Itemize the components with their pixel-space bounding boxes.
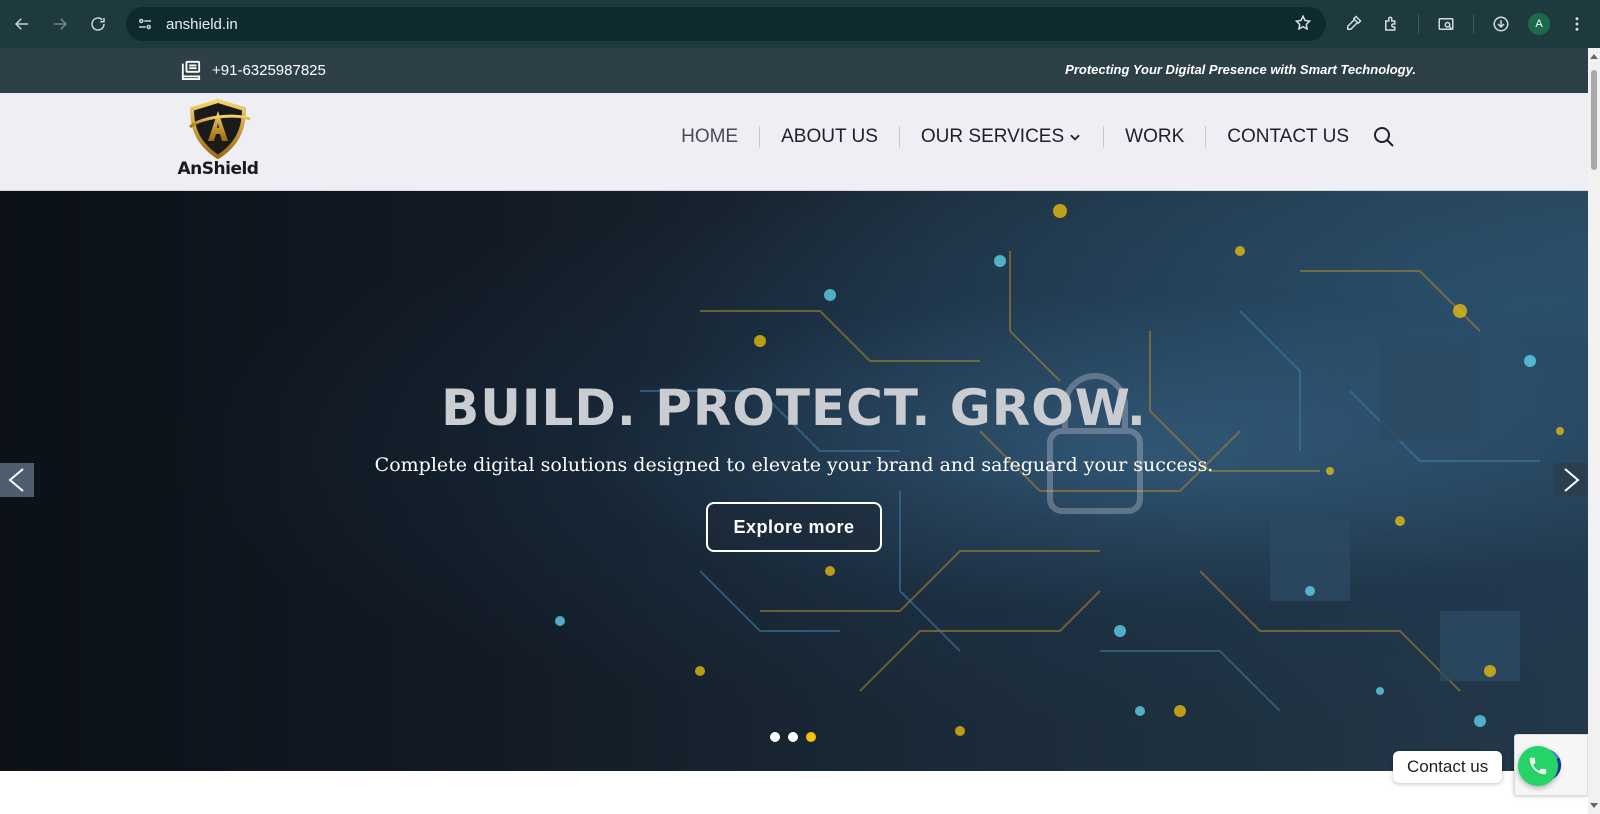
logo-text: AnShield	[177, 159, 259, 179]
phone-icon	[1529, 757, 1547, 775]
shield-logo-icon	[188, 98, 251, 160]
eyedropper-icon[interactable]	[1336, 7, 1370, 41]
search-icon[interactable]	[1372, 125, 1396, 149]
next-section	[0, 771, 1588, 814]
nav-about-us[interactable]: ABOUT US	[759, 126, 899, 148]
site-info-icon[interactable]	[130, 9, 160, 39]
whatsapp-button[interactable]	[1518, 746, 1558, 786]
explore-more-button[interactable]: Explore more	[706, 502, 882, 552]
main-nav: HOME ABOUT US OUR SERVICES WORK CONTACT …	[660, 125, 1396, 149]
slider-prev-button[interactable]	[0, 463, 34, 497]
scrollbar-thumb[interactable]	[1591, 70, 1597, 170]
scroll-down-icon[interactable]	[1590, 803, 1598, 808]
forward-button[interactable]	[42, 6, 78, 42]
hero-slider: BUILD. PROTECT. GROW. Complete digital s…	[0, 191, 1588, 771]
browser-toolbar: anshield.in A	[0, 0, 1600, 48]
contact-us-bubble[interactable]: Contact us	[1393, 751, 1503, 783]
back-button[interactable]	[4, 6, 40, 42]
download-icon[interactable]	[1484, 7, 1518, 41]
slider-dot-3[interactable]	[806, 732, 816, 742]
browser-menu-icon[interactable]	[1560, 7, 1594, 41]
page-scrollbar[interactable]	[1588, 48, 1600, 814]
slider-dot-2[interactable]	[788, 732, 798, 742]
bookmark-star-icon[interactable]	[1294, 14, 1312, 37]
phone-desk-icon	[181, 60, 201, 80]
nav-contact-us[interactable]: CONTACT US	[1205, 126, 1370, 148]
slider-dot-1[interactable]	[770, 732, 780, 742]
nav-our-services-label: OUR SERVICES	[920, 126, 1065, 147]
page-viewport: +91-6325987825 Protecting Your Digital P…	[0, 48, 1588, 814]
tab-search-icon[interactable]	[1429, 7, 1463, 41]
hero-subtitle: Complete digital solutions designed to e…	[374, 454, 1214, 476]
slider-dots	[770, 732, 816, 742]
phone-contact[interactable]: +91-6325987825	[180, 60, 326, 80]
slider-next-button[interactable]	[1554, 463, 1588, 497]
extensions-icon[interactable]	[1374, 7, 1408, 41]
top-info-bar: +91-6325987825 Protecting Your Digital P…	[0, 48, 1588, 93]
site-logo[interactable]: AnShield	[170, 97, 266, 187]
chevron-right-icon	[1564, 468, 1580, 492]
site-header: AnShield HOME ABOUT US OUR SERVICES WORK…	[0, 93, 1588, 191]
circuit-background-image	[555, 204, 1564, 736]
chevron-left-icon	[8, 468, 24, 492]
reload-button[interactable]	[80, 6, 116, 42]
url-text: anshield.in	[166, 15, 238, 33]
hero-title: BUILD. PROTECT. GROW.	[441, 379, 1147, 437]
phone-number: +91-6325987825	[212, 61, 326, 79]
scroll-up-icon[interactable]	[1590, 54, 1598, 59]
tagline: Protecting Your Digital Presence with Sm…	[1065, 62, 1416, 77]
profile-initial: A	[1528, 13, 1550, 35]
nav-home[interactable]: HOME	[660, 126, 759, 148]
chevron-down-icon	[1070, 134, 1080, 141]
profile-avatar[interactable]: A	[1522, 7, 1556, 41]
nav-work[interactable]: WORK	[1103, 126, 1205, 148]
nav-our-services[interactable]: OUR SERVICES	[898, 126, 1103, 148]
address-bar[interactable]: anshield.in	[126, 7, 1326, 41]
